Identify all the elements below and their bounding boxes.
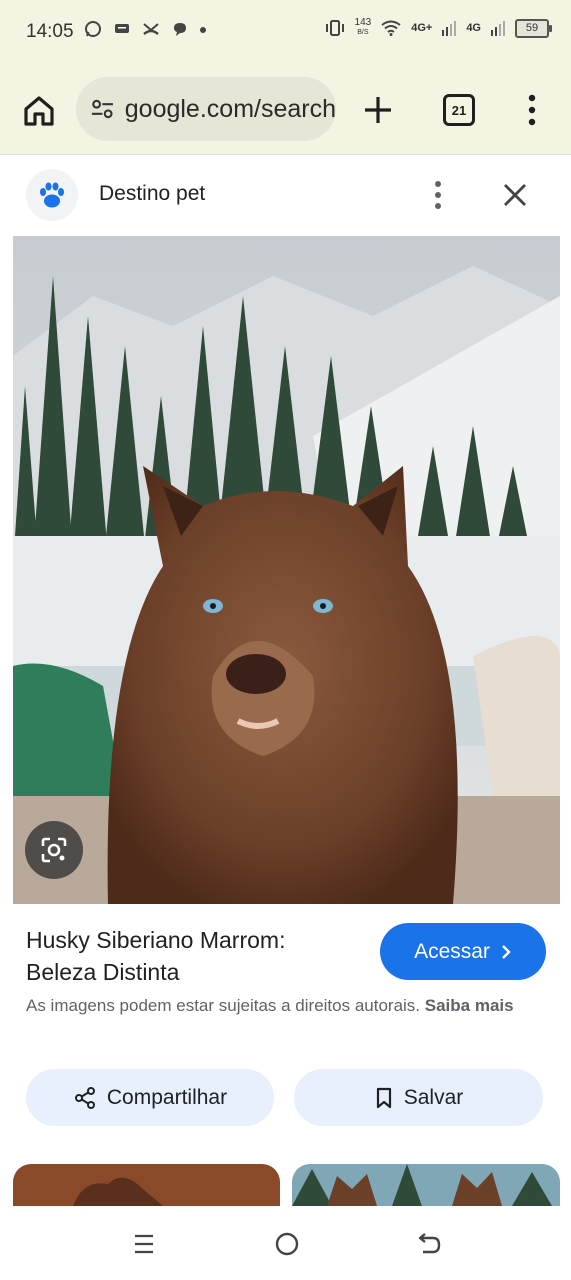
tabs-icon[interactable]: 21 bbox=[443, 94, 475, 126]
url-bar[interactable]: google.com/search bbox=[76, 77, 336, 141]
home-icon[interactable] bbox=[20, 92, 58, 130]
learn-more-link[interactable]: Saiba mais bbox=[425, 996, 514, 1015]
husky-photo bbox=[13, 236, 560, 904]
status-time: 14:05 bbox=[26, 21, 74, 42]
paw-icon bbox=[40, 182, 64, 208]
menu-icon[interactable] bbox=[522, 92, 542, 128]
message-icon bbox=[115, 24, 129, 33]
copyright-text: As imagens podem estar sujeitas a direit… bbox=[26, 996, 421, 1015]
signal-icon bbox=[442, 21, 457, 36]
network-speed: 143 B/S bbox=[355, 18, 372, 38]
result-header: Destino pet bbox=[0, 154, 571, 235]
battery-icon: 59 bbox=[515, 18, 552, 38]
network-type-1: 4G+ bbox=[411, 22, 433, 34]
result-title[interactable]: Husky Siberiano Marrom: Beleza Distinta bbox=[26, 924, 346, 988]
whatsapp-icon bbox=[85, 21, 101, 37]
related-photo-1 bbox=[13, 1164, 280, 1206]
chevron-right-icon bbox=[502, 944, 511, 959]
vibrate-icon bbox=[325, 20, 344, 36]
related-image-1[interactable] bbox=[13, 1164, 280, 1206]
chat-bubble-icon bbox=[174, 23, 186, 36]
signal-icon-2 bbox=[491, 21, 505, 36]
save-label: Salvar bbox=[403, 1085, 464, 1109]
tab-count: 21 bbox=[451, 102, 467, 118]
url-text[interactable]: google.com/search bbox=[125, 95, 336, 124]
site-name[interactable]: Destino pet bbox=[99, 182, 205, 206]
share-icon bbox=[74, 1086, 95, 1109]
home-circle-icon[interactable] bbox=[274, 1231, 300, 1257]
google-lens-icon bbox=[41, 837, 67, 863]
speed-value: 143 bbox=[354, 17, 372, 28]
close-icon[interactable] bbox=[500, 180, 530, 210]
missed-call-icon bbox=[143, 23, 159, 35]
browser-toolbar: google.com/search 21 bbox=[0, 64, 571, 154]
network-type-2: 4G bbox=[466, 22, 481, 34]
dot-icon bbox=[200, 27, 206, 33]
bookmark-icon bbox=[376, 1087, 391, 1108]
recents-icon[interactable] bbox=[132, 1232, 156, 1256]
visit-label: Acessar bbox=[414, 939, 490, 963]
site-logo[interactable] bbox=[26, 169, 78, 221]
speed-unit: B/S bbox=[357, 29, 369, 36]
battery-level: 59 bbox=[525, 22, 539, 34]
result-image[interactable] bbox=[13, 236, 560, 904]
plus-icon[interactable] bbox=[360, 92, 396, 128]
visit-button[interactable]: Acessar bbox=[380, 923, 546, 980]
back-icon[interactable] bbox=[415, 1232, 443, 1256]
share-label: Compartilhar bbox=[106, 1085, 228, 1109]
wifi-icon bbox=[381, 20, 401, 36]
share-button[interactable]: Compartilhar bbox=[26, 1069, 274, 1126]
related-photo-2 bbox=[292, 1164, 560, 1206]
save-button[interactable]: Salvar bbox=[294, 1069, 543, 1126]
site-settings-icon[interactable] bbox=[88, 94, 117, 124]
more-options-icon[interactable] bbox=[428, 179, 448, 211]
notification-icons bbox=[84, 20, 206, 38]
system-icons: 143 B/S 4G+ 4G 59 bbox=[325, 18, 552, 38]
copyright-notice: As imagens podem estar sujeitas a direit… bbox=[26, 993, 546, 1018]
related-image-2[interactable] bbox=[292, 1164, 560, 1206]
lens-button[interactable] bbox=[25, 821, 83, 879]
system-nav-bar bbox=[0, 1206, 571, 1280]
status-bar: 14:05 143 B/S 4G+ 4G 59 bbox=[0, 0, 571, 64]
